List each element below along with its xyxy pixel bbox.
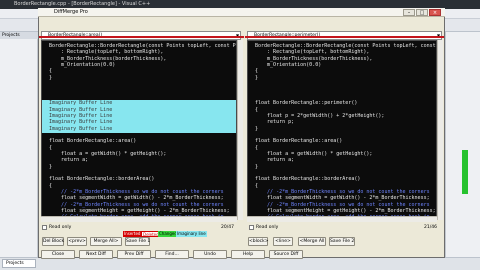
- output-panel: [445, 32, 480, 257]
- merge-all-right-button[interactable]: Merge All>: [90, 237, 122, 246]
- right-vertical-scrollbar[interactable]: [437, 40, 443, 220]
- diff-title-bar: [38, 8, 445, 17]
- diff-toolbar: [39, 18, 444, 30]
- legend-changed: Changed: [158, 231, 178, 237]
- projects-tab[interactable]: Projects: [2, 259, 36, 268]
- right-selector-highlight: [245, 36, 444, 38]
- minimize-button[interactable]: –: [403, 9, 415, 16]
- left-readonly-checkbox[interactable]: [42, 225, 47, 230]
- left-vertical-scrollbar[interactable]: [237, 40, 243, 220]
- prev-diff-button[interactable]: Prev Diff: [117, 250, 151, 259]
- save-file1-button[interactable]: Save File 1: [125, 237, 150, 246]
- del-block-button[interactable]: Del Block: [42, 237, 64, 246]
- right-code-pane[interactable]: BorderRectangle::BorderRectangle(const P…: [247, 40, 437, 220]
- save-file2-button[interactable]: Save File 2: [329, 237, 355, 246]
- undo-button[interactable]: Undo: [193, 250, 227, 259]
- line-button[interactable]: <line>: [273, 237, 293, 246]
- right-position: 21/46: [424, 225, 437, 230]
- close-button[interactable]: Close: [41, 250, 75, 259]
- projects-panel-header: Projects: [0, 32, 38, 39]
- right-readonly-checkbox[interactable]: [249, 225, 254, 230]
- block-button[interactable]: <block>: [248, 237, 268, 246]
- left-code-pane[interactable]: BorderRectangle::BorderRectangle(const P…: [41, 40, 237, 220]
- close-window-button[interactable]: ×: [429, 9, 441, 16]
- output-indicator-bar: [462, 150, 468, 194]
- find-button[interactable]: Find...: [155, 250, 189, 259]
- right-readonly-label: Read only: [256, 225, 279, 230]
- source-diff-button[interactable]: Source Diff: [269, 250, 303, 259]
- right-horizontal-scrollbar[interactable]: [247, 216, 437, 222]
- left-position: 20/47: [221, 225, 234, 230]
- left-horizontal-scrollbar[interactable]: [41, 216, 237, 222]
- left-readonly-label: Read only: [49, 225, 72, 230]
- next-diff-button[interactable]: Next Diff: [79, 250, 113, 259]
- projects-panel: [0, 32, 38, 257]
- help-button[interactable]: Help: [231, 250, 265, 259]
- left-selector-highlight: [39, 36, 244, 38]
- diff-window-title: DiffMerge Pro: [54, 9, 88, 15]
- legend-imaginary: Imaginary line: [176, 231, 207, 237]
- prev-button[interactable]: <prev>: [67, 237, 87, 246]
- merge-all-left-button[interactable]: <Merge All: [298, 237, 326, 246]
- maximize-button[interactable]: □: [416, 9, 428, 16]
